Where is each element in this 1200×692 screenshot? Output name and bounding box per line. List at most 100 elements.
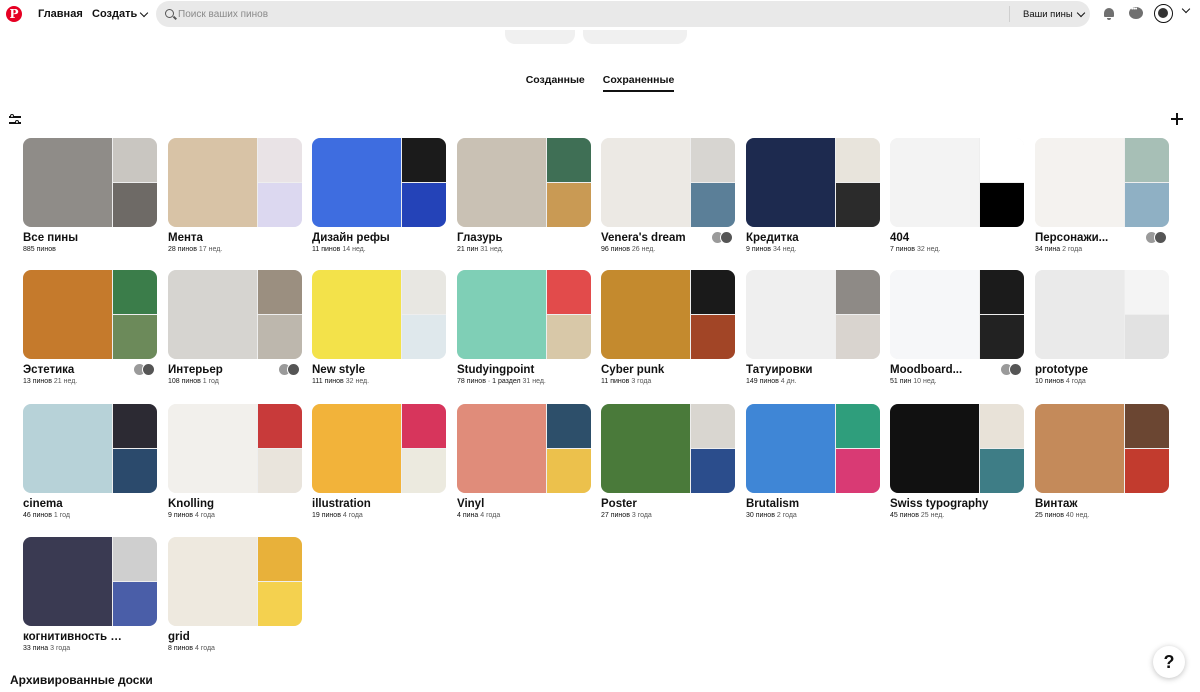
tab-created[interactable]: Созданные bbox=[526, 74, 585, 92]
board-title[interactable]: Кредитка bbox=[746, 232, 851, 244]
board-title[interactable]: Studyingpoint bbox=[457, 364, 562, 376]
board-cover[interactable] bbox=[1035, 270, 1169, 359]
board-title[interactable]: Персонажи... bbox=[1035, 232, 1140, 244]
board-title[interactable]: Эстетика bbox=[23, 364, 128, 376]
board-title[interactable]: Cyber punk bbox=[601, 364, 706, 376]
board-card[interactable]: Мента 28 пинов 17 нед. bbox=[168, 138, 302, 253]
board-title[interactable]: Мента bbox=[168, 232, 273, 244]
board-title[interactable]: New style bbox=[312, 364, 417, 376]
board-card[interactable]: Venera's dream 96 пинов 26 нед. bbox=[601, 138, 735, 253]
home-link[interactable]: Главная bbox=[38, 8, 83, 20]
board-cover[interactable] bbox=[1035, 404, 1169, 493]
collaborator-avatars[interactable] bbox=[1000, 363, 1022, 376]
board-card[interactable]: Эстетика 13 пинов 21 нед. bbox=[23, 270, 157, 385]
board-card[interactable]: prototype 10 пинов 4 года bbox=[1035, 270, 1169, 385]
your-pins-dropdown[interactable]: Ваши пины bbox=[1023, 8, 1085, 20]
help-button[interactable]: ? bbox=[1153, 646, 1185, 678]
board-cover[interactable] bbox=[890, 404, 1024, 493]
board-title[interactable]: prototype bbox=[1035, 364, 1140, 376]
board-cover[interactable] bbox=[746, 270, 880, 359]
user-avatar[interactable] bbox=[1154, 4, 1173, 23]
board-cover[interactable] bbox=[312, 270, 446, 359]
board-title[interactable]: Интерьер bbox=[168, 364, 273, 376]
create-menu-button[interactable]: Создать bbox=[92, 8, 149, 20]
board-cover[interactable] bbox=[168, 270, 302, 359]
board-card[interactable]: illustration 19 пинов 4 года bbox=[312, 404, 446, 519]
board-title[interactable]: Татуировки bbox=[746, 364, 851, 376]
board-cover[interactable] bbox=[23, 404, 157, 493]
board-title[interactable]: Venera's dream bbox=[601, 232, 706, 244]
board-title[interactable]: Винтаж bbox=[1035, 498, 1140, 510]
board-title[interactable]: Vinyl bbox=[457, 498, 562, 510]
account-chevron-down-icon[interactable] bbox=[1181, 4, 1191, 14]
search-bar[interactable]: Ваши пины bbox=[156, 1, 1090, 27]
board-cover[interactable] bbox=[1035, 138, 1169, 227]
board-cover[interactable] bbox=[746, 138, 880, 227]
board-cover[interactable] bbox=[746, 404, 880, 493]
board-title[interactable]: Knolling bbox=[168, 498, 273, 510]
board-cover[interactable] bbox=[168, 404, 302, 493]
profile-action-button[interactable] bbox=[505, 30, 575, 44]
board-title[interactable]: когнитивность бытия bbox=[23, 631, 128, 643]
board-cover[interactable] bbox=[890, 138, 1024, 227]
board-card[interactable]: когнитивность бытия 33 пина 3 года bbox=[23, 537, 157, 652]
board-card[interactable]: Studyingpoint 78 пинов · 1 раздел 31 нед. bbox=[457, 270, 591, 385]
board-cover[interactable] bbox=[168, 138, 302, 227]
board-card[interactable]: Swiss typography 45 пинов 25 нед. bbox=[890, 404, 1024, 519]
board-cover[interactable] bbox=[601, 270, 735, 359]
board-title[interactable]: Дизайн рефы bbox=[312, 232, 417, 244]
board-cover[interactable] bbox=[23, 270, 157, 359]
board-card[interactable]: 404 7 пинов 32 нед. bbox=[890, 138, 1024, 253]
board-title[interactable]: Brutalism bbox=[746, 498, 851, 510]
collaborator-avatars[interactable] bbox=[1145, 231, 1167, 244]
board-card[interactable]: Персонажи... 34 пина 2 года bbox=[1035, 138, 1169, 253]
board-card[interactable]: Глазурь 21 пин 31 нед. bbox=[457, 138, 591, 253]
notifications-bell-icon[interactable] bbox=[1102, 7, 1116, 21]
board-card[interactable]: Кредитка 9 пинов 34 нед. bbox=[746, 138, 880, 253]
board-card[interactable]: Винтаж 25 пинов 40 нед. bbox=[1035, 404, 1169, 519]
board-cover[interactable] bbox=[890, 270, 1024, 359]
board-card[interactable]: Интерьер 108 пинов 1 год bbox=[168, 270, 302, 385]
board-card[interactable]: New style 111 пинов 32 нед. bbox=[312, 270, 446, 385]
board-cover[interactable] bbox=[601, 404, 735, 493]
board-cover[interactable] bbox=[312, 404, 446, 493]
board-title[interactable]: Moodboard... bbox=[890, 364, 995, 376]
search-input[interactable] bbox=[178, 5, 998, 23]
collaborator-avatars[interactable] bbox=[711, 231, 733, 244]
board-card[interactable]: Татуировки 149 пинов 4 дн. bbox=[746, 270, 880, 385]
filter-sliders-icon[interactable] bbox=[9, 114, 21, 125]
board-card[interactable]: cinema 46 пинов 1 год bbox=[23, 404, 157, 519]
messages-chat-icon[interactable] bbox=[1129, 6, 1143, 21]
add-plus-icon[interactable] bbox=[1171, 113, 1183, 125]
board-card[interactable]: grid 8 пинов 4 года bbox=[168, 537, 302, 652]
pinterest-logo-icon[interactable]: P bbox=[6, 6, 22, 22]
board-card[interactable]: Cyber punk 11 пинов 3 года bbox=[601, 270, 735, 385]
board-card[interactable]: Poster 27 пинов 3 года bbox=[601, 404, 735, 519]
board-cover[interactable] bbox=[457, 138, 591, 227]
board-title[interactable]: Глазурь bbox=[457, 232, 562, 244]
board-cover[interactable] bbox=[457, 404, 591, 493]
board-title[interactable]: Swiss typography bbox=[890, 498, 995, 510]
board-title[interactable]: Poster bbox=[601, 498, 706, 510]
board-title[interactable]: Все пины bbox=[23, 232, 128, 244]
profile-action-button[interactable] bbox=[583, 30, 687, 44]
tab-saved[interactable]: Сохраненные bbox=[602, 74, 675, 92]
board-title[interactable]: 404 bbox=[890, 232, 995, 244]
board-card[interactable]: Vinyl 4 пина 4 года bbox=[457, 404, 591, 519]
board-cover[interactable] bbox=[457, 270, 591, 359]
board-title[interactable]: illustration bbox=[312, 498, 417, 510]
board-cover[interactable] bbox=[312, 138, 446, 227]
collaborator-avatars[interactable] bbox=[133, 363, 155, 376]
board-card[interactable]: Все пины 885 пинов bbox=[23, 138, 157, 253]
board-cover[interactable] bbox=[23, 138, 157, 227]
board-card[interactable]: Knolling 9 пинов 4 года bbox=[168, 404, 302, 519]
board-cover[interactable] bbox=[601, 138, 735, 227]
board-title[interactable]: cinema bbox=[23, 498, 128, 510]
board-card[interactable]: Moodboard... 51 пин 10 нед. bbox=[890, 270, 1024, 385]
board-card[interactable]: Дизайн рефы 11 пинов 14 нед. bbox=[312, 138, 446, 253]
board-cover[interactable] bbox=[23, 537, 157, 626]
collaborator-avatars[interactable] bbox=[278, 363, 300, 376]
board-title[interactable]: grid bbox=[168, 631, 273, 643]
board-cover[interactable] bbox=[168, 537, 302, 626]
board-card[interactable]: Brutalism 30 пинов 2 года bbox=[746, 404, 880, 519]
